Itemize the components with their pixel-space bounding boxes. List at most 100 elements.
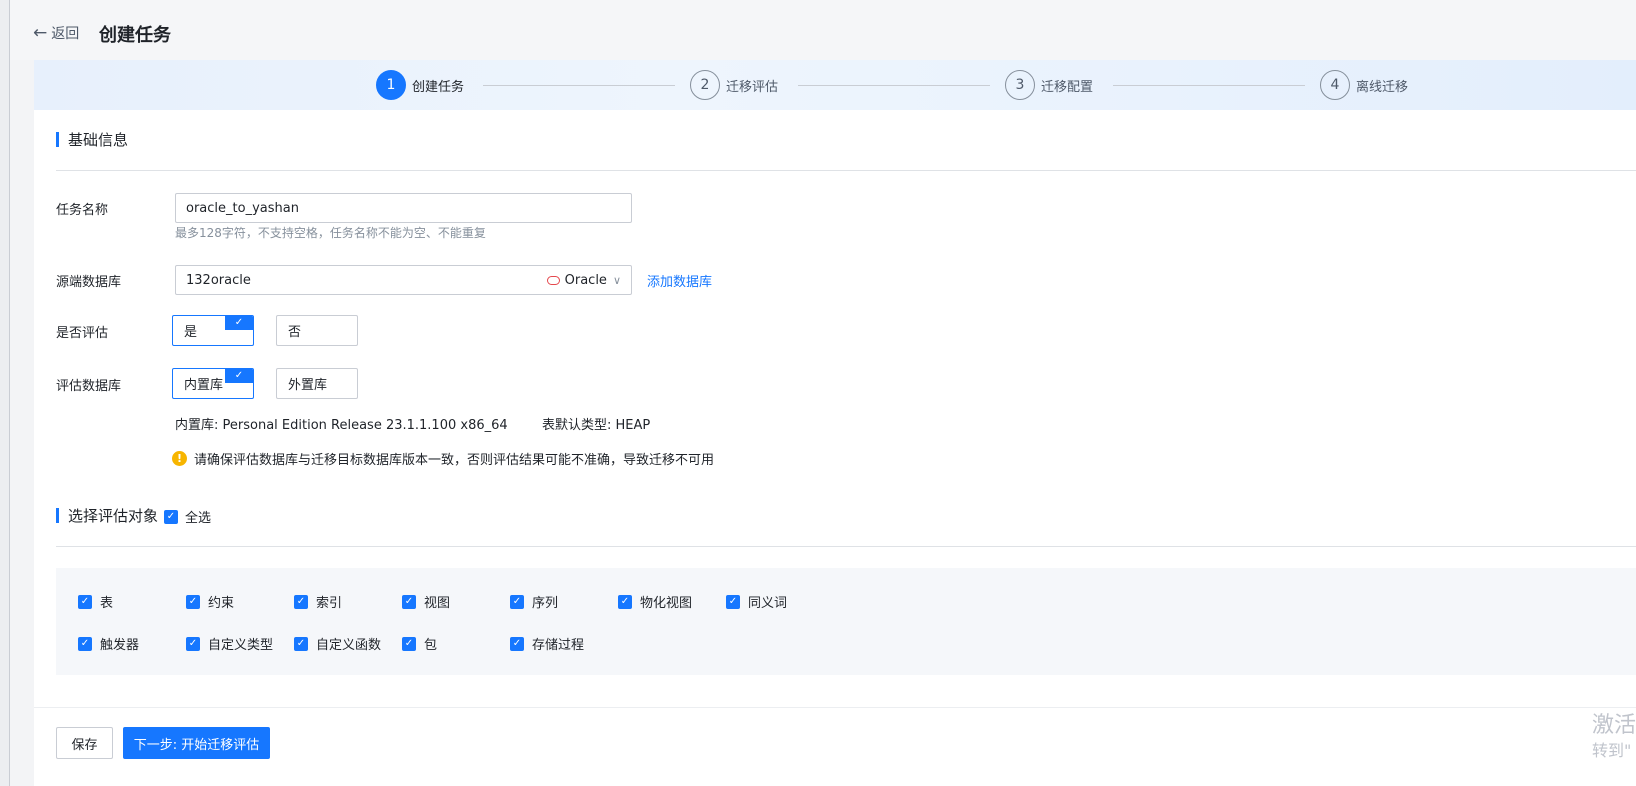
warning-text: 请确保评估数据库与迁移目标数据库版本一致，否则评估结果可能不准确，导致迁移不可用 <box>194 453 715 468</box>
option-label: 否 <box>288 325 302 340</box>
back-label: 返回 <box>51 26 80 42</box>
source-db-value: 132oracle <box>186 272 251 288</box>
save-button[interactable]: 保存 <box>56 727 113 759</box>
object-checkbox-view[interactable]: ✓ 视图 <box>402 592 450 611</box>
check-icon: ✓ <box>294 636 308 651</box>
step-3: 3 迁移配置 <box>1005 70 1093 100</box>
chevron-down-icon: ∨ <box>612 273 621 287</box>
section-title: 选择评估对象 <box>68 507 159 525</box>
object-checkbox-procedure[interactable]: ✓ 存储过程 <box>510 634 584 653</box>
step-label: 创建任务 <box>412 79 465 95</box>
step-label: 迁移评估 <box>726 79 779 95</box>
object-checkbox-custom-function[interactable]: ✓ 自定义函数 <box>294 634 381 653</box>
step-number: 1 <box>376 70 406 100</box>
oracle-icon <box>546 275 560 285</box>
object-label: 索引 <box>316 596 343 611</box>
object-checkbox-sequence[interactable]: ✓ 序列 <box>510 592 558 611</box>
step-number: 2 <box>690 70 720 100</box>
check-icon: ✓ <box>78 636 92 651</box>
builtin-version: 内置库: Personal Edition Release 23.1.1.100… <box>175 418 508 433</box>
footer-divider <box>34 707 1636 708</box>
object-checkbox-trigger[interactable]: ✓ 触发器 <box>78 634 139 653</box>
object-checkbox-table[interactable]: ✓ 表 <box>78 592 113 611</box>
object-label: 包 <box>424 638 438 653</box>
section-accent-bar <box>56 132 59 147</box>
evaluate-yes-button[interactable]: 是 ✓ <box>172 315 254 346</box>
step-label: 离线迁移 <box>1356 79 1409 95</box>
source-db-select[interactable]: 132oracle Oracle ∨ <box>175 265 632 295</box>
step-connector <box>1113 85 1305 86</box>
object-label: 物化视图 <box>640 596 693 611</box>
task-name-input[interactable] <box>175 193 632 223</box>
stepper: 1 创建任务 2 迁移评估 3 迁移配置 4 离线迁移 <box>34 60 1636 110</box>
select-all-checkbox[interactable]: ✓ 全选 <box>164 507 211 526</box>
object-label: 序列 <box>532 596 559 611</box>
select-all-label: 全选 <box>185 511 212 526</box>
object-label: 触发器 <box>100 638 140 653</box>
check-icon: ✓ <box>510 636 524 651</box>
check-icon: ✓ <box>618 594 632 609</box>
builtin-db-info: 内置库: Personal Edition Release 23.1.1.100… <box>175 414 650 433</box>
check-icon: ✓ <box>225 316 253 330</box>
step-number: 4 <box>1320 70 1350 100</box>
db-type: Oracle ∨ <box>546 272 621 288</box>
divider <box>56 546 1636 547</box>
object-checkbox-custom-type[interactable]: ✓ 自定义类型 <box>186 634 273 653</box>
option-label: 内置库 <box>184 378 224 393</box>
section-title: 基础信息 <box>68 131 129 149</box>
page-header: ← 返回 创建任务 <box>10 0 1636 60</box>
object-label: 同义词 <box>748 596 788 611</box>
option-label: 是 <box>184 325 198 340</box>
object-checkbox-synonym[interactable]: ✓ 同义词 <box>726 592 787 611</box>
object-checkbox-package[interactable]: ✓ 包 <box>402 634 437 653</box>
check-icon: ✓ <box>225 369 253 383</box>
object-checkbox-panel: ✓ 表 ✓ 约束 ✓ 索引 ✓ 视图 ✓ 序列 ✓ 物化视图 ✓ 同义词 ✓ 触… <box>56 568 1636 675</box>
check-icon: ✓ <box>402 636 416 651</box>
check-icon: ✓ <box>726 594 740 609</box>
object-label: 视图 <box>424 596 451 611</box>
object-checkbox-index[interactable]: ✓ 索引 <box>294 592 342 611</box>
watermark-line-2: 转到" <box>1592 741 1632 760</box>
check-icon: ✓ <box>186 636 200 651</box>
step-number: 3 <box>1005 70 1035 100</box>
object-label: 约束 <box>208 596 235 611</box>
option-label: 外置库 <box>288 378 328 393</box>
add-database-link[interactable]: 添加数据库 <box>647 271 712 290</box>
section-basic-info: 基础信息 <box>56 129 128 150</box>
main-card: 1 创建任务 2 迁移评估 3 迁移配置 4 离线迁移 基础信息 任务名称 最多… <box>34 60 1636 786</box>
version-warning: ! 请确保评估数据库与迁移目标数据库版本一致，否则评估结果可能不准确，导致迁移不… <box>172 449 714 468</box>
check-icon: ✓ <box>510 594 524 609</box>
left-edge-bar <box>0 0 10 786</box>
check-icon: ✓ <box>164 509 178 524</box>
eval-db-external-button[interactable]: 外置库 <box>276 368 358 399</box>
step-4: 4 离线迁移 <box>1320 70 1408 100</box>
step-connector <box>483 85 675 86</box>
evaluate-no-button[interactable]: 否 <box>276 315 358 346</box>
back-button[interactable]: ← 返回 <box>33 23 79 43</box>
page-title: 创建任务 <box>99 25 171 46</box>
arrow-left-icon: ← <box>33 22 48 43</box>
eval-db-label: 评估数据库 <box>56 379 122 394</box>
eval-db-builtin-button[interactable]: 内置库 ✓ <box>172 368 254 399</box>
check-icon: ✓ <box>294 594 308 609</box>
object-label: 存储过程 <box>532 638 585 653</box>
step-connector <box>798 85 990 86</box>
db-type-label: Oracle <box>564 272 607 288</box>
evaluate-label: 是否评估 <box>56 326 109 341</box>
activation-watermark: 激活 转到" <box>1592 712 1636 762</box>
check-icon: ✓ <box>78 594 92 609</box>
step-1: 1 创建任务 <box>376 70 464 100</box>
object-checkbox-constraint[interactable]: ✓ 约束 <box>186 592 234 611</box>
table-type: 表默认类型: HEAP <box>541 418 651 433</box>
next-step-button[interactable]: 下一步: 开始迁移评估 <box>123 727 270 759</box>
object-label: 自定义函数 <box>316 638 382 653</box>
divider <box>56 170 1636 171</box>
object-label: 自定义类型 <box>208 638 274 653</box>
warning-icon: ! <box>172 451 187 466</box>
source-db-label: 源端数据库 <box>56 275 122 290</box>
object-checkbox-materialized-view[interactable]: ✓ 物化视图 <box>618 592 692 611</box>
section-eval-objects: 选择评估对象 <box>56 505 158 526</box>
check-icon: ✓ <box>186 594 200 609</box>
check-icon: ✓ <box>402 594 416 609</box>
object-label: 表 <box>100 596 114 611</box>
